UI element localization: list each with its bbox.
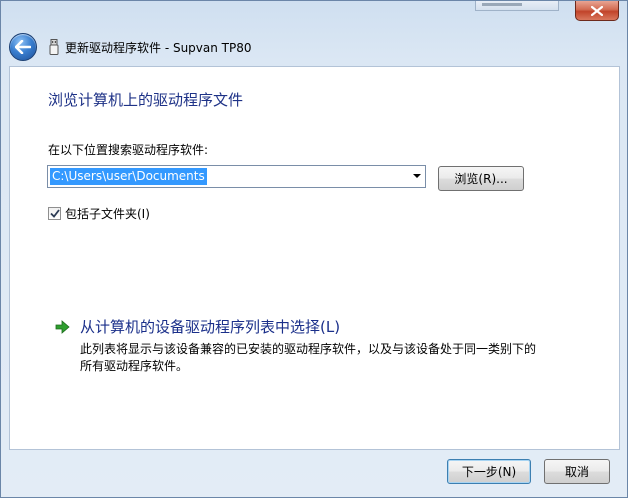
driver-update-window: 更新驱动程序软件 - Supvan TP80 浏览计算机上的驱动程序文件 在以下… [0, 0, 628, 498]
search-path-value[interactable]: C:\Users\user\Documents [50, 168, 207, 185]
include-subfolders-checkbox[interactable] [48, 207, 61, 220]
description-line-2: 所有驱动程序软件。 [80, 359, 189, 373]
pick-from-list-option[interactable]: 从计算机的设备驱动程序列表中选择(L) 此列表将显示与该设备兼容的已安装的驱动程… [54, 316, 574, 375]
green-arrow-icon [55, 319, 70, 334]
close-button[interactable] [575, 1, 619, 21]
search-location-label: 在以下位置搜索驱动程序软件: [48, 143, 209, 157]
chevron-down-icon[interactable] [413, 174, 421, 178]
include-subfolders-label: 包括子文件夹(I) [65, 207, 150, 221]
check-icon [49, 209, 60, 218]
window-title: 更新驱动程序软件 - Supvan TP80 [65, 40, 252, 55]
close-icon [591, 5, 603, 16]
browse-button[interactable]: 浏览(R)... [438, 166, 524, 191]
search-path-combobox[interactable]: C:\Users\user\Documents [47, 165, 426, 188]
background-window-fragment [475, 1, 559, 11]
back-button[interactable] [9, 33, 37, 61]
pick-from-list-link[interactable]: 从计算机的设备驱动程序列表中选择(L) [80, 316, 340, 337]
cancel-button[interactable]: 取消 [544, 459, 610, 484]
next-button[interactable]: 下一步(N) [447, 459, 531, 484]
page-heading: 浏览计算机上的驱动程序文件 [48, 91, 244, 109]
content-panel: 浏览计算机上的驱动程序文件 在以下位置搜索驱动程序软件: C:\Users\us… [9, 66, 620, 450]
usb-device-icon [49, 39, 59, 55]
navigation-bar: 更新驱动程序软件 - Supvan TP80 [9, 31, 252, 63]
include-subfolders-option[interactable]: 包括子文件夹(I) [48, 205, 150, 222]
pick-from-list-description: 此列表将显示与该设备兼容的已安装的驱动程序软件，以及与该设备处于同一类别下的 所… [80, 341, 560, 375]
back-arrow-icon [15, 40, 31, 54]
description-line-1: 此列表将显示与该设备兼容的已安装的驱动程序软件，以及与该设备处于同一类别下的 [80, 342, 537, 356]
